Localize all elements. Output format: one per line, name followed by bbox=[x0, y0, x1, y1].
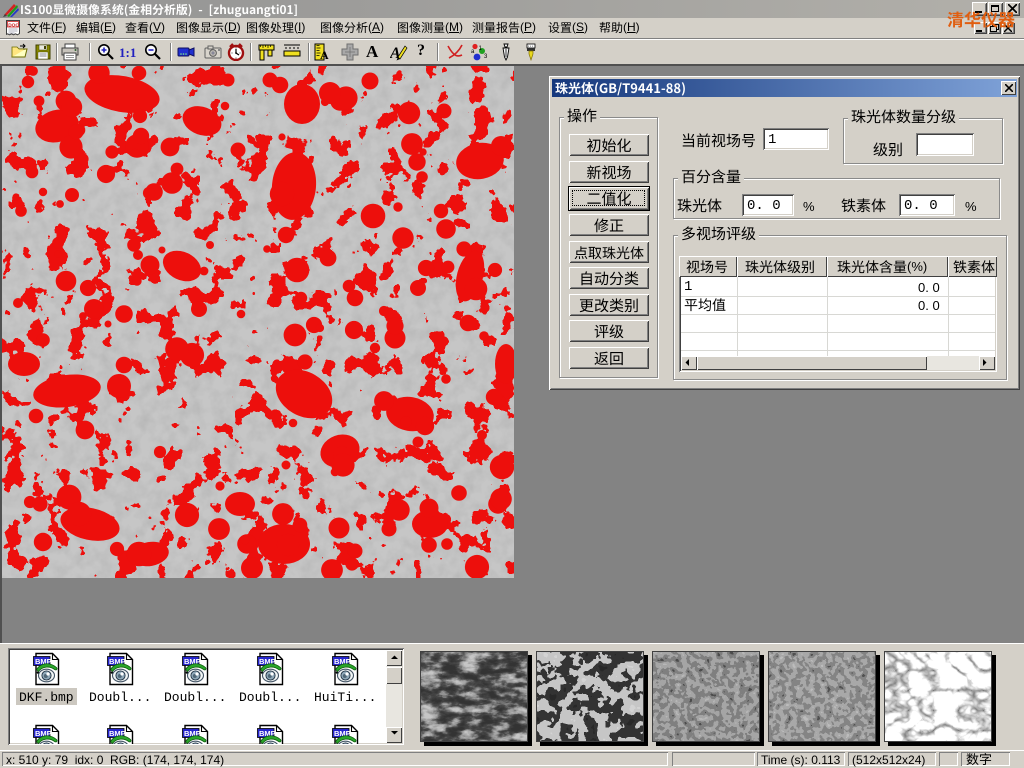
svg-text:DOC: DOC bbox=[8, 22, 19, 28]
svg-text:A: A bbox=[320, 48, 329, 61]
svg-text:3: 3 bbox=[484, 54, 488, 60]
svg-text:a: a bbox=[471, 49, 475, 55]
